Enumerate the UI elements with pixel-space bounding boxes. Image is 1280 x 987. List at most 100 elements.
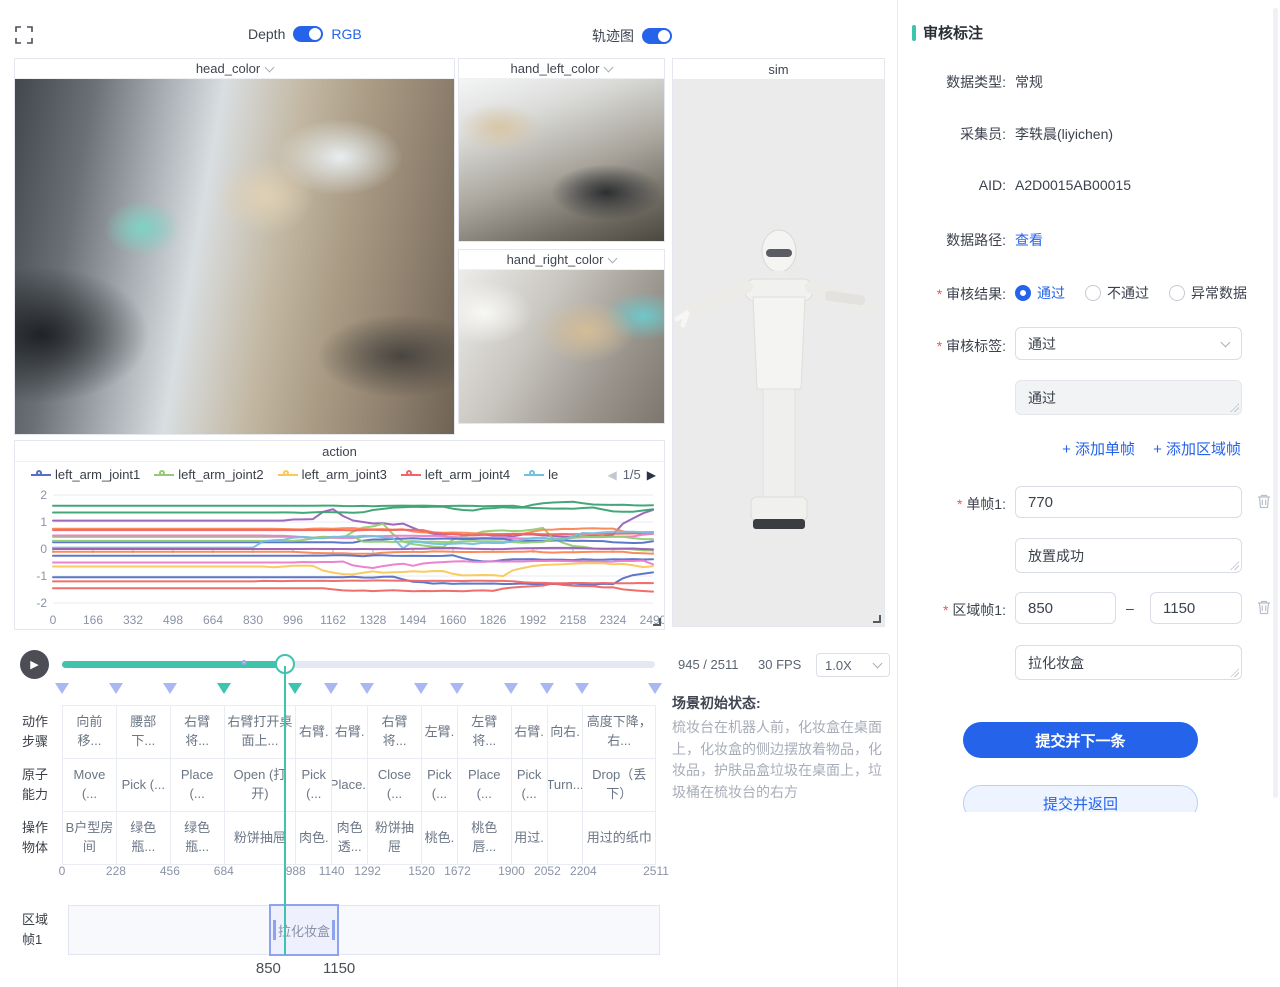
single-frame-note[interactable]: 放置成功 [1015, 538, 1242, 573]
resize-handle-icon[interactable] [653, 618, 661, 626]
radio-pass[interactable]: 通过 [1015, 283, 1065, 303]
resize-handle-icon[interactable] [873, 615, 881, 623]
hand-right-color-select[interactable]: hand_right_color [459, 250, 664, 270]
segment-cell[interactable]: 右臂将... [368, 706, 422, 759]
legend-label: left_arm_joint3 [302, 467, 387, 482]
legend-next-icon[interactable]: ▶ [647, 468, 656, 482]
radio-abnormal[interactable]: 异常数据 [1169, 283, 1247, 303]
trajectory-toggle[interactable] [642, 28, 672, 44]
timeline-marker-988[interactable] [288, 683, 302, 694]
hand-left-color-select[interactable]: hand_left_color [459, 59, 664, 79]
submit-next-button[interactable]: 提交并下一条 [963, 722, 1198, 758]
region-frame-bar[interactable]: 拉化妆盒 [68, 905, 660, 955]
timeline-marker-1140[interactable] [324, 683, 338, 694]
legend-label: left_arm_joint4 [425, 467, 510, 482]
segment-cell[interactable]: Drop（丢下） [583, 759, 656, 812]
segment-cell[interactable]: 向右. [548, 706, 584, 759]
data-path-link[interactable]: 查看 [1015, 230, 1043, 250]
segment-cell[interactable]: 左臂将... [458, 706, 512, 759]
segment-cell[interactable]: 绿色瓶... [117, 812, 171, 865]
segment-cell[interactable]: 粉饼抽屉 [368, 812, 422, 865]
review-tag-select[interactable]: 通过 [1015, 327, 1242, 360]
segment-cell[interactable]: Pick (... [512, 759, 548, 812]
region-start-input[interactable] [1015, 592, 1116, 624]
region-right-handle[interactable] [332, 920, 335, 940]
segment-cell[interactable]: 腰部下... [117, 706, 171, 759]
timeline-marker-684[interactable] [217, 683, 231, 694]
sim-title-bar: sim [673, 59, 884, 79]
segment-cell[interactable]: 高度下降，右... [583, 706, 656, 759]
resize-grip-icon[interactable] [1230, 561, 1239, 570]
panel-scrollbar[interactable] [1273, 8, 1278, 798]
frame-axis-label: 1292 [354, 864, 381, 878]
timeline-marker-1672[interactable] [450, 683, 464, 694]
timeline-marker-0[interactable] [55, 683, 69, 694]
segment-cell-text: 桃色唇... [460, 819, 509, 857]
play-button[interactable]: ▶ [20, 650, 49, 679]
add-region-frame-link[interactable]: + 添加区域帧 [1153, 438, 1241, 459]
resize-grip-icon[interactable] [1230, 403, 1239, 412]
head-color-select[interactable]: head_color [15, 59, 454, 79]
legend-item-left_arm_joint3[interactable]: left_arm_joint3 [278, 467, 387, 482]
sim-viewport[interactable] [673, 79, 884, 626]
segment-cell[interactable]: 绿色瓶... [171, 812, 225, 865]
delete-single-frame-icon[interactable] [1256, 493, 1272, 509]
region-frame-note[interactable]: 拉化妆盒 [1015, 645, 1242, 680]
segment-cell[interactable]: 向前移... [63, 706, 117, 759]
region-end-input[interactable] [1150, 592, 1242, 624]
timeline-marker-2204[interactable] [575, 683, 589, 694]
segment-cell[interactable]: Move (... [63, 759, 117, 812]
segment-cell[interactable]: 用过. [512, 812, 548, 865]
region-frame-block[interactable]: 拉化妆盒 [269, 904, 339, 956]
segment-cell[interactable]: Place.. [332, 759, 368, 812]
single-frame-input[interactable] [1015, 486, 1242, 518]
timeline-marker-1292[interactable] [360, 683, 374, 694]
timeline-marker-1520[interactable] [414, 683, 428, 694]
segment-cell[interactable]: 用过的纸巾 [583, 812, 656, 865]
review-tag-note[interactable]: 通过 [1015, 380, 1242, 415]
legend-page-indicator: 1/5 [623, 467, 641, 482]
segment-cell[interactable]: 肉色. [296, 812, 332, 865]
segment-cell[interactable]: 右臂将... [171, 706, 225, 759]
delete-region-frame-icon[interactable] [1256, 599, 1272, 615]
segment-cell[interactable]: 左臂. [422, 706, 458, 759]
segment-cell[interactable]: 肉色透... [332, 812, 368, 865]
segment-cell[interactable]: 桃色唇... [458, 812, 512, 865]
legend-ring [159, 470, 165, 476]
segment-cell[interactable]: Pick (... [422, 759, 458, 812]
segment-cell[interactable]: Pick (... [296, 759, 332, 812]
segment-cell[interactable]: 桃色. [422, 812, 458, 865]
speed-select[interactable]: 1.0X [816, 653, 890, 677]
segment-cell[interactable]: Turn... [548, 759, 584, 812]
segment-cell-text: Pick (... [514, 766, 545, 804]
timeline-slider[interactable] [62, 661, 655, 668]
region-left-handle[interactable] [273, 920, 276, 940]
timeline-marker-228[interactable] [109, 683, 123, 694]
legend-item-left_arm_joint4[interactable]: left_arm_joint4 [401, 467, 510, 482]
legend-item-left_arm_joint1[interactable]: left_arm_joint1 [31, 467, 140, 482]
segment-cell[interactable]: Pick (... [117, 759, 171, 812]
segment-cell[interactable]: Place (... [458, 759, 512, 812]
legend-item-left_arm_joint2[interactable]: left_arm_joint2 [154, 467, 263, 482]
timeline-marker-2511[interactable] [648, 683, 662, 694]
radio-fail[interactable]: 不通过 [1085, 283, 1149, 303]
fullscreen-icon[interactable] [14, 25, 34, 45]
legend-prev-icon[interactable]: ◀ [607, 468, 616, 482]
add-single-frame-link[interactable]: + 添加单帧 [1062, 438, 1135, 459]
timeline-marker-456[interactable] [163, 683, 177, 694]
timeline-marker-1900[interactable] [504, 683, 518, 694]
depth-rgb-toggle[interactable] [293, 26, 323, 42]
segment-cell[interactable] [548, 812, 584, 865]
timeline-marker-2052[interactable] [540, 683, 554, 694]
segment-cell[interactable]: Place (... [171, 759, 225, 812]
resize-grip-icon[interactable] [1230, 668, 1239, 677]
segment-cell-text: 桃色. [425, 829, 455, 848]
submit-back-button[interactable]: 提交并返回 [963, 785, 1198, 812]
segment-cell[interactable]: 右臂. [296, 706, 332, 759]
segment-cell[interactable]: B户型房间 [63, 812, 117, 865]
single-frame-dot[interactable] [241, 660, 246, 665]
segment-cell[interactable]: 右臂. [512, 706, 548, 759]
segment-cell[interactable]: 右臂. [332, 706, 368, 759]
segment-cell[interactable]: Close (... [368, 759, 422, 812]
legend-item-le[interactable]: le [524, 467, 558, 482]
